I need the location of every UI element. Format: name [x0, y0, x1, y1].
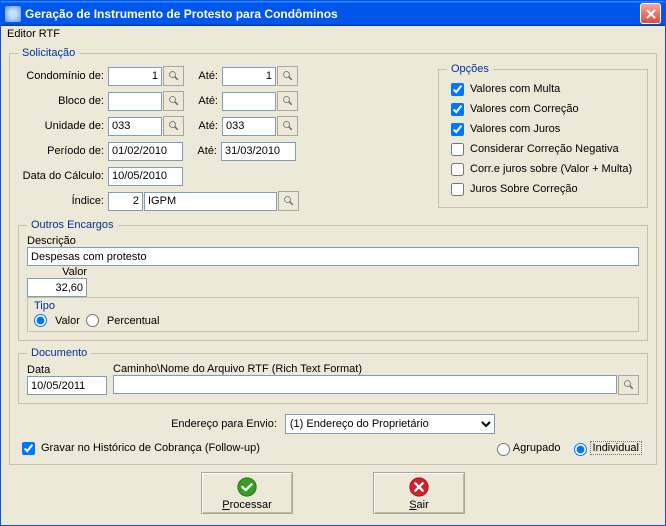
radio-label: Individual: [590, 441, 642, 455]
indice-lookup[interactable]: [278, 191, 299, 211]
check-gravar-historico[interactable]: [22, 442, 35, 455]
unidade-label: Unidade de:: [18, 120, 108, 132]
condominio-ate-input[interactable]: [222, 67, 276, 86]
tipo-group: Tipo Valor Percentual: [27, 297, 639, 332]
indice-label: Índice:: [18, 195, 108, 207]
periodo-ate-input[interactable]: [221, 142, 296, 161]
window-title: Geração de Instrumento de Protesto para …: [25, 7, 640, 21]
ok-icon: [236, 476, 258, 498]
titlebar: Geração de Instrumento de Protesto para …: [1, 1, 665, 26]
descricao-label: Descrição: [27, 235, 639, 247]
check-corr-juros-valor-multa[interactable]: [451, 163, 464, 176]
check-label: Considerar Correção Negativa: [470, 143, 619, 155]
window: Geração de Instrumento de Protesto para …: [0, 0, 666, 526]
check-label: Valores com Multa: [470, 83, 560, 95]
periodo-de-input[interactable]: [108, 142, 183, 161]
radio-label: Agrupado: [513, 442, 561, 454]
search-icon: [282, 95, 294, 107]
tipo-label: Tipo: [34, 300, 632, 312]
data-calculo-label: Data do Cálculo:: [18, 170, 108, 182]
valor-label: Valor: [62, 266, 87, 278]
radio-label: Percentual: [107, 315, 160, 327]
check-valores-juros[interactable]: [451, 123, 464, 136]
descricao-input[interactable]: [27, 247, 639, 266]
periodo-label: Período de:: [18, 145, 108, 157]
ate-label: Até:: [184, 95, 222, 107]
radio-tipo-valor[interactable]: [34, 314, 47, 327]
unidade-de-lookup[interactable]: [163, 116, 184, 136]
content: Solicitação Condomínio de: Até: Bloco de…: [1, 45, 665, 525]
radio-agrupado[interactable]: [497, 443, 510, 456]
close-button[interactable]: [640, 3, 661, 24]
check-label: Corr.e juros sobre (Valor + Multa): [470, 163, 632, 175]
condominio-label: Condomínio de:: [18, 70, 108, 82]
doc-data-label: Data: [27, 364, 107, 376]
search-icon: [283, 195, 295, 207]
condominio-de-input[interactable]: [108, 67, 162, 86]
valor-input[interactable]: [27, 278, 87, 297]
check-juros-sobre-correcao[interactable]: [451, 183, 464, 196]
documento-group: Documento Data Caminho\Nome do Arquivo R…: [18, 347, 648, 404]
check-label: Valores com Correção: [470, 103, 579, 115]
indice-num-input[interactable]: [108, 192, 143, 211]
endereco-select[interactable]: (1) Endereço do Proprietário: [285, 414, 495, 434]
endereco-label: Endereço para Envio:: [171, 418, 277, 430]
solicitacao-legend: Solicitação: [18, 47, 79, 59]
button-bar: Processar Sair: [9, 465, 657, 517]
radio-tipo-percentual[interactable]: [86, 314, 99, 327]
radio-label: Valor: [55, 315, 80, 327]
search-icon: [168, 95, 180, 107]
unidade-ate-input[interactable]: [222, 117, 276, 136]
check-correcao-negativa[interactable]: [451, 143, 464, 156]
unidade-ate-lookup[interactable]: [277, 116, 298, 136]
cancel-icon: [408, 476, 430, 498]
ate-label: Até:: [184, 70, 222, 82]
btn-label: rocessar: [230, 499, 272, 511]
close-icon: [646, 9, 656, 19]
radio-individual[interactable]: [574, 443, 587, 456]
ate-label: Até:: [183, 145, 221, 157]
condominio-ate-lookup[interactable]: [277, 66, 298, 86]
bloco-ate-lookup[interactable]: [277, 91, 298, 111]
bloco-de-input[interactable]: [108, 92, 162, 111]
ate-label: Até:: [184, 120, 222, 132]
outros-encargos-group: Outros Encargos Descrição Valor Tipo Val…: [18, 219, 648, 341]
outros-legend: Outros Encargos: [27, 219, 118, 231]
processar-button[interactable]: Processar: [201, 472, 293, 514]
bloco-ate-input[interactable]: [222, 92, 276, 111]
search-icon: [282, 120, 294, 132]
doc-data-input[interactable]: [27, 376, 107, 395]
app-icon: [5, 6, 21, 22]
doc-caminho-input[interactable]: [113, 375, 617, 394]
check-valores-multa[interactable]: [451, 83, 464, 96]
bloco-de-lookup[interactable]: [163, 91, 184, 111]
unidade-de-input[interactable]: [108, 117, 162, 136]
gravar-label: Gravar no Histórico de Cobrança (Follow-…: [41, 442, 260, 454]
doc-caminho-lookup[interactable]: [618, 375, 639, 395]
search-icon: [168, 70, 180, 82]
btn-label: air: [417, 499, 429, 511]
check-label: Juros Sobre Correção: [470, 183, 578, 195]
menu-editor-rtf[interactable]: Editor RTF: [7, 28, 60, 40]
check-label: Valores com Juros: [470, 123, 560, 135]
data-calculo-input[interactable]: [108, 167, 183, 186]
opcoes-group: Opções Valores com Multa Valores com Cor…: [438, 63, 648, 208]
documento-legend: Documento: [27, 347, 91, 359]
sair-button[interactable]: Sair: [373, 472, 465, 514]
search-icon: [623, 379, 635, 391]
opcoes-legend: Opções: [447, 63, 493, 75]
doc-caminho-label: Caminho\Nome do Arquivo RTF (Rich Text F…: [113, 363, 639, 375]
indice-nome-input[interactable]: [144, 192, 277, 211]
condominio-de-lookup[interactable]: [163, 66, 184, 86]
bloco-label: Bloco de:: [18, 95, 108, 107]
search-icon: [282, 70, 294, 82]
menubar: Editor RTF: [1, 26, 665, 45]
search-icon: [168, 120, 180, 132]
check-valores-correcao[interactable]: [451, 103, 464, 116]
solicitacao-group: Solicitação Condomínio de: Até: Bloco de…: [9, 47, 657, 465]
